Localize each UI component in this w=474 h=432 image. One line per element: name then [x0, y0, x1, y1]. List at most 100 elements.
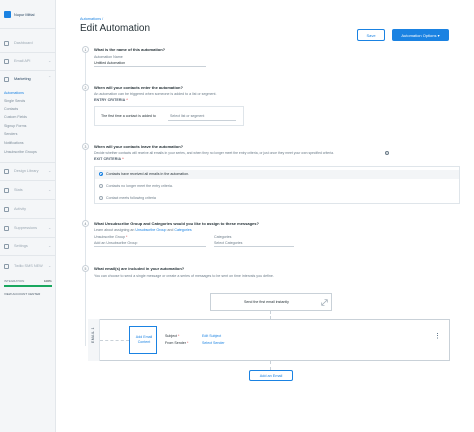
connector-line: [270, 361, 271, 370]
sidebar-item-label: Twilio SMS NEW: [14, 264, 43, 268]
exit-option-label[interactable]: Contacts have received all emails in the…: [106, 172, 189, 176]
edit-subject-link[interactable]: Edit Subject: [202, 334, 221, 338]
add-email-button[interactable]: Add an Email: [249, 370, 293, 381]
chevron-down-icon[interactable]: ⌄: [48, 263, 51, 268]
email-api-icon: [4, 58, 9, 64]
sidebar-item-suppressions[interactable]: Suppressions: [4, 225, 37, 231]
unsubscribe-group-select[interactable]: Add an Unsubscribe Group: [94, 241, 137, 245]
plan-usage-bar: [4, 285, 52, 287]
categories-select[interactable]: Select Categories: [214, 241, 242, 245]
required-marker: *: [122, 157, 124, 161]
sidebar-subitem-automations[interactable]: Automations: [4, 91, 24, 95]
send-first-email-box[interactable]: Send the first email instantly: [210, 293, 332, 311]
exit-option-radio[interactable]: [99, 196, 103, 200]
sidebar-subitem-senders[interactable]: Senders: [4, 132, 17, 136]
step-question: What Unsubscribe Group and Categories wo…: [94, 221, 259, 226]
breadcrumb[interactable]: Automations /: [80, 17, 103, 21]
select-underline: [168, 120, 236, 121]
sidebar-item-activity[interactable]: Activity: [4, 206, 26, 212]
sidebar-item-label: Design Library: [14, 169, 39, 173]
sidebar-divider: [0, 70, 56, 71]
learn-more-text: Learn about assigning an Unsubscribe Gro…: [94, 228, 192, 232]
exit-criteria-heading: EXIT CRITERIA *: [94, 157, 124, 161]
marketing-icon: [4, 76, 9, 82]
sidebar-item-design-library[interactable]: Design Library: [4, 168, 38, 174]
step-question: What email(s) are included in your autom…: [94, 266, 185, 271]
settings-icon: [4, 243, 9, 249]
exit-option-label[interactable]: Contact meets following criteria: [106, 196, 156, 200]
sidebar: Nupur Mittal Dashboard Email API ⌄ Marke…: [0, 0, 56, 432]
page-title: Edit Automation: [80, 23, 151, 34]
sidebar-subitem-contacts[interactable]: Contacts: [4, 107, 18, 111]
sidebar-item-label: Marketing: [14, 77, 31, 81]
chevron-down-icon[interactable]: ⌄: [48, 58, 51, 63]
step-number: 4: [82, 220, 89, 227]
chevron-down-icon[interactable]: ⌄: [48, 168, 51, 173]
exit-option-label[interactable]: Contacts no longer meet the entry criter…: [106, 184, 173, 188]
sidebar-subitem-unsubscribe-groups[interactable]: Unsubscribe Groups: [4, 150, 37, 154]
sidebar-divider: [0, 52, 56, 53]
automation-name-label: Automation Name: [94, 55, 123, 59]
suppressions-icon: [4, 225, 9, 231]
sidebar-divider: [0, 237, 56, 238]
dashboard-icon: [4, 40, 9, 46]
sidebar-subitem-single-sends[interactable]: Single Sends: [4, 99, 25, 103]
automation-name-input[interactable]: Untitled Automation: [94, 61, 125, 65]
select-sender-link[interactable]: Select Sender: [202, 341, 225, 345]
required-marker: *: [126, 98, 128, 102]
sidebar-item-dashboard[interactable]: Dashboard: [4, 40, 33, 46]
exit-option-radio[interactable]: [99, 184, 103, 188]
automation-options-button[interactable]: Automation Options ▾: [392, 29, 449, 41]
stats-icon: [4, 187, 9, 193]
sidebar-item-marketing[interactable]: Marketing: [4, 76, 31, 82]
sidebar-item-label: Activity: [14, 207, 27, 211]
step-number: 5: [82, 265, 89, 272]
user-name: Nupur Mittal: [14, 12, 35, 17]
sidebar-subitem-custom-fields[interactable]: Custom Fields: [4, 115, 27, 119]
activity-icon: [4, 206, 9, 212]
list-segment-select[interactable]: Select list or segment: [170, 114, 204, 118]
sidebar-divider: [0, 255, 56, 256]
categories-link[interactable]: Categories: [174, 228, 191, 232]
step-description: Decide whether contacts will receive all…: [94, 151, 334, 155]
connector-line: [100, 340, 129, 341]
chevron-down-icon[interactable]: ⌄: [48, 225, 51, 230]
chevron-down-icon[interactable]: ⌄: [48, 187, 51, 192]
sidebar-divider: [0, 162, 56, 163]
required-marker: *: [186, 341, 189, 345]
categories-label: Categories: [214, 235, 232, 239]
input-underline: [94, 66, 206, 67]
chevron-up-icon[interactable]: ⌃: [48, 75, 51, 80]
entry-trigger-text: The first time a contact is added to: [101, 114, 156, 118]
sidebar-item-label: Dashboard: [14, 41, 33, 45]
more-options-icon[interactable]: ⋮: [434, 333, 441, 340]
add-email-content-button[interactable]: Add Email Content: [129, 326, 157, 354]
subject-label: Subject *: [165, 334, 180, 338]
sidebar-item-stats[interactable]: Stats: [4, 187, 23, 193]
info-icon[interactable]: i: [385, 151, 389, 155]
step-number: 3: [82, 143, 89, 150]
account-switcher[interactable]: Nupur Mittal: [4, 11, 34, 18]
chevron-down-icon[interactable]: ⌄: [48, 243, 51, 248]
sidebar-item-label: Settings: [14, 244, 28, 248]
unsubscribe-group-link[interactable]: Unsubscribe Group: [135, 228, 166, 232]
select-underline: [214, 246, 294, 247]
sidebar-item-email-api[interactable]: Email API: [4, 58, 30, 64]
sidebar-item-twilio-sms[interactable]: Twilio SMS NEW: [4, 263, 43, 269]
exit-option-radio[interactable]: [99, 172, 103, 176]
sidebar-divider: [0, 218, 56, 219]
account-center-link[interactable]: VIEW ACCOUNT CENTER: [4, 292, 40, 296]
sidebar-item-settings[interactable]: Settings: [4, 243, 28, 249]
step-description: You can choose to send a single message …: [94, 274, 274, 278]
twilio-sms-icon: [4, 263, 9, 269]
sidebar-subitem-notifications[interactable]: Notifications: [4, 141, 24, 145]
step-question: When will your contacts enter the automa…: [94, 85, 183, 90]
save-button[interactable]: Save: [357, 29, 385, 41]
sidebar-item-label: Stats: [14, 188, 23, 192]
expand-icon[interactable]: [321, 299, 328, 306]
sidebar-divider: [0, 28, 56, 29]
required-marker: *: [178, 334, 180, 338]
unsubscribe-group-label: Unsubscribe Group *: [94, 235, 128, 239]
sidebar-subitem-signup-forms[interactable]: Signup Forms: [4, 124, 26, 128]
step-number: 2: [82, 84, 89, 91]
